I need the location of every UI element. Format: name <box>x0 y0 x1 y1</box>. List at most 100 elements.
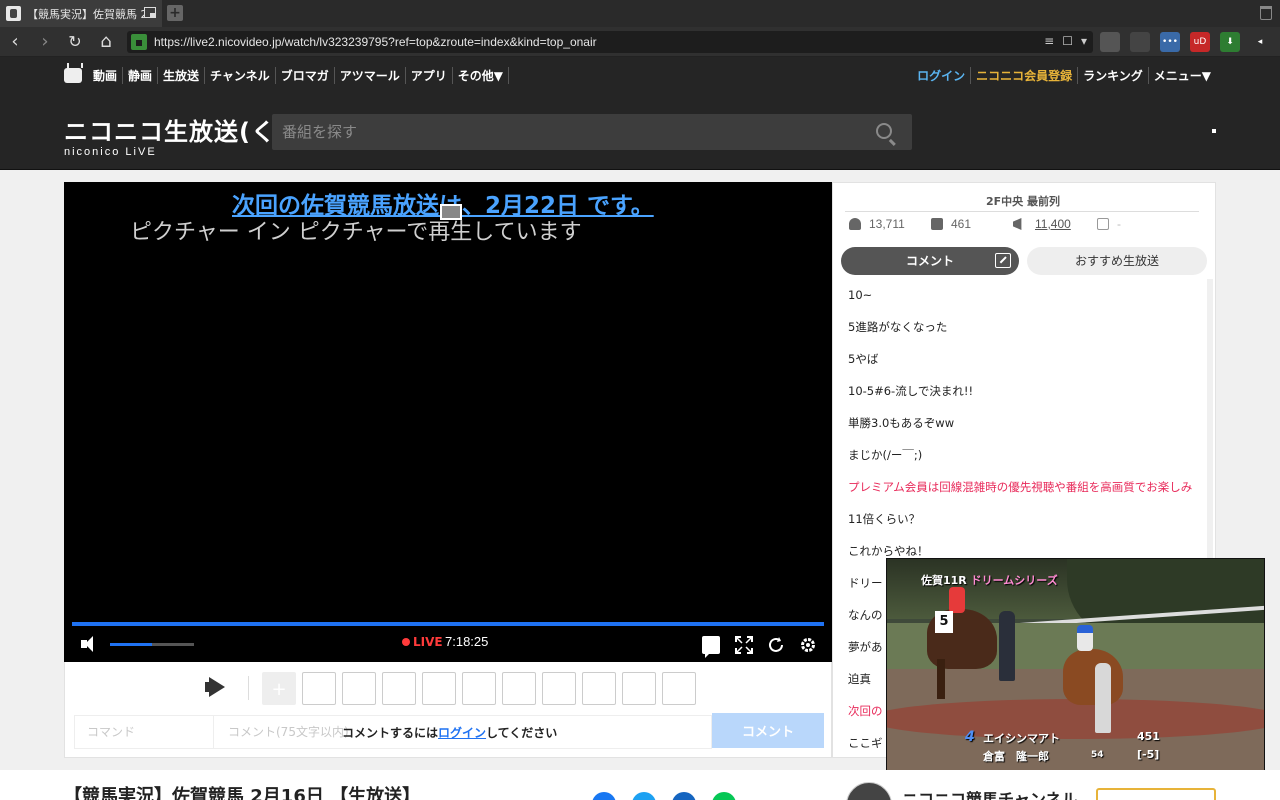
gift-slot[interactable] <box>382 672 416 705</box>
volume-icon[interactable] <box>81 636 99 652</box>
line-share-icon[interactable] <box>712 792 736 800</box>
gift-slot[interactable] <box>622 672 656 705</box>
twitter-share-icon[interactable] <box>632 792 656 800</box>
url-bar[interactable]: https://live2.nicovideo.jp/watch/lv32323… <box>127 31 1093 53</box>
reader-view-icon[interactable]: ≡ <box>1044 34 1054 48</box>
jockey-image <box>949 587 965 613</box>
comment-row[interactable]: プレミアム会員は回線混雑時の優先視聴や番組を高画質でお楽しみ <box>833 471 1207 503</box>
comment-row[interactable]: 10-5#6-流しで決まれ!! <box>833 375 1207 407</box>
login-link[interactable]: ログイン <box>912 67 972 84</box>
menu-app[interactable]: アプリ <box>406 67 453 84</box>
comment-row[interactable]: 11倍くらい？ <box>833 503 1207 535</box>
trash-icon[interactable] <box>1260 6 1272 20</box>
program-title: 【競馬実況】佐賀競馬 2月16日 【生放送】 <box>64 786 421 800</box>
comment-row[interactable]: 単勝3.0もあるぞww <box>833 407 1207 439</box>
seat-label: 2F中央 最前列 <box>986 195 1060 208</box>
follow-button[interactable] <box>1096 788 1216 800</box>
menu-douga[interactable]: 動画 <box>88 67 124 84</box>
gift-slot[interactable] <box>502 672 536 705</box>
comment-row[interactable]: 5やば <box>833 343 1207 375</box>
comment-count-icon <box>931 218 943 230</box>
menu-blomaga[interactable]: ブロマガ <box>276 67 335 84</box>
gift-add-button[interactable]: + <box>262 672 296 705</box>
tab-comment[interactable]: コメント <box>841 247 1019 275</box>
niconico-tv-icon[interactable] <box>64 68 82 83</box>
gift-slot[interactable] <box>662 672 696 705</box>
brush-icon[interactable] <box>1100 32 1120 52</box>
forward-button[interactable]: › <box>34 31 56 53</box>
menu-others[interactable]: その他▼ <box>453 67 509 84</box>
gift-slot[interactable] <box>422 672 456 705</box>
volume-slider[interactable] <box>110 643 194 646</box>
seek-bar[interactable] <box>72 622 824 626</box>
reload-button[interactable]: ↻ <box>64 31 86 53</box>
horse-image <box>937 659 945 699</box>
search-input[interactable] <box>272 114 862 150</box>
gift-slots: + <box>262 672 696 705</box>
share-buttons <box>592 792 736 800</box>
menu-dropdown[interactable]: メニュー▼ <box>1149 67 1216 84</box>
race-venue: 佐賀11R <box>921 574 967 587</box>
horse-weight: 451 <box>1137 730 1160 743</box>
comment-filter-icon[interactable] <box>995 253 1011 268</box>
gift-slot[interactable] <box>342 672 376 705</box>
download-icon[interactable]: ⬇ <box>1220 32 1240 52</box>
menu-live[interactable]: 生放送 <box>158 67 206 84</box>
pip-race-title: 佐賀11R ドリームシリーズ <box>921 572 1058 588</box>
niconico-favicon-icon <box>6 6 21 21</box>
reload-stream-icon[interactable] <box>767 636 785 654</box>
pip-tab-icon[interactable] <box>144 7 156 18</box>
gear-icon[interactable] <box>799 636 817 654</box>
browser-toolbar: ‹ › ↻ ⌂ https://live2.nicovideo.jp/watch… <box>0 27 1280 57</box>
comment-row[interactable]: 5進路がなくなった <box>833 311 1207 343</box>
comment-toggle-icon[interactable] <box>702 636 720 658</box>
url-dropdown-icon[interactable]: ▾ <box>1081 34 1087 48</box>
comment-form: コメントするにはログインしてください コメント <box>74 713 824 749</box>
channel-name[interactable]: ニコニコ競馬チャンネル <box>902 786 1078 800</box>
gift-slot[interactable] <box>582 672 616 705</box>
register-link[interactable]: ニコニコ会員登録 <box>971 67 1079 84</box>
viewer-icon <box>849 218 861 230</box>
gift-slot[interactable] <box>542 672 576 705</box>
menu-seiga[interactable]: 静画 <box>123 67 159 84</box>
tab-recommend[interactable]: おすすめ生放送 <box>1027 247 1207 275</box>
gift-slot[interactable] <box>302 672 336 705</box>
login-prompt-link[interactable]: ログイン <box>438 726 486 740</box>
bookmark-icon[interactable]: ☐ <box>1062 34 1073 48</box>
tab-title: 【競馬実況】佐賀競馬 2月16日 <box>27 7 145 21</box>
menu-channel[interactable]: チャンネル <box>205 67 276 84</box>
pip-video-window[interactable]: 5 佐賀11R ドリームシリーズ 4 エイシンマアト 451 倉富 隆一郎 54… <box>886 558 1265 771</box>
divider <box>845 211 1199 212</box>
nicoad-megaphone-icon[interactable] <box>205 676 231 698</box>
header-notification-dot <box>1212 129 1216 133</box>
search-icon[interactable] <box>876 123 892 139</box>
back-button[interactable]: ‹ <box>4 31 26 53</box>
horse-name: エイシンマアト <box>983 732 1060 745</box>
niconico-live-logo[interactable]: ニコニコ生放送(く) niconico LiVE <box>64 112 287 158</box>
new-tab-button[interactable]: + <box>167 5 183 21</box>
comment-row[interactable]: 10~ <box>833 279 1207 311</box>
ublock-icon[interactable]: uD <box>1190 32 1210 52</box>
dots-extension-icon[interactable]: ••• <box>1160 32 1180 52</box>
url-tools: ≡ ☐ ▾ <box>1044 34 1087 48</box>
horse-image <box>1063 649 1123 705</box>
gift-slot[interactable] <box>462 672 496 705</box>
ad-points[interactable]: 11,400 <box>1035 217 1075 231</box>
video-player[interactable]: 次回の佐賀競馬放送は、2月22日 です。 ピクチャー イン ピクチャーで再生して… <box>64 182 832 662</box>
fullscreen-icon[interactable] <box>735 636 753 654</box>
share-icon[interactable] <box>672 792 696 800</box>
nicoad-icon <box>1013 218 1022 230</box>
menu-atsumaru[interactable]: アツマール <box>335 67 406 84</box>
comment-row[interactable]: まじか(/ー￣;) <box>833 439 1207 471</box>
facebook-share-icon[interactable] <box>592 792 616 800</box>
comment-submit-button[interactable]: コメント <box>712 713 824 748</box>
browser-tab[interactable]: 【競馬実況】佐賀競馬 2月16日 <box>0 0 162 27</box>
jockey-image <box>1077 625 1093 651</box>
url-text[interactable]: https://live2.nicovideo.jp/watch/lv32323… <box>154 35 597 49</box>
home-button[interactable]: ⌂ <box>95 31 117 53</box>
pocket-icon[interactable] <box>1130 32 1150 52</box>
live-header: ニコニコ生放送(く) niconico LiVE <box>0 94 1280 170</box>
command-input[interactable] <box>74 715 214 749</box>
collapse-icon[interactable]: ◂ <box>1250 32 1270 52</box>
ranking-link[interactable]: ランキング <box>1078 67 1149 84</box>
